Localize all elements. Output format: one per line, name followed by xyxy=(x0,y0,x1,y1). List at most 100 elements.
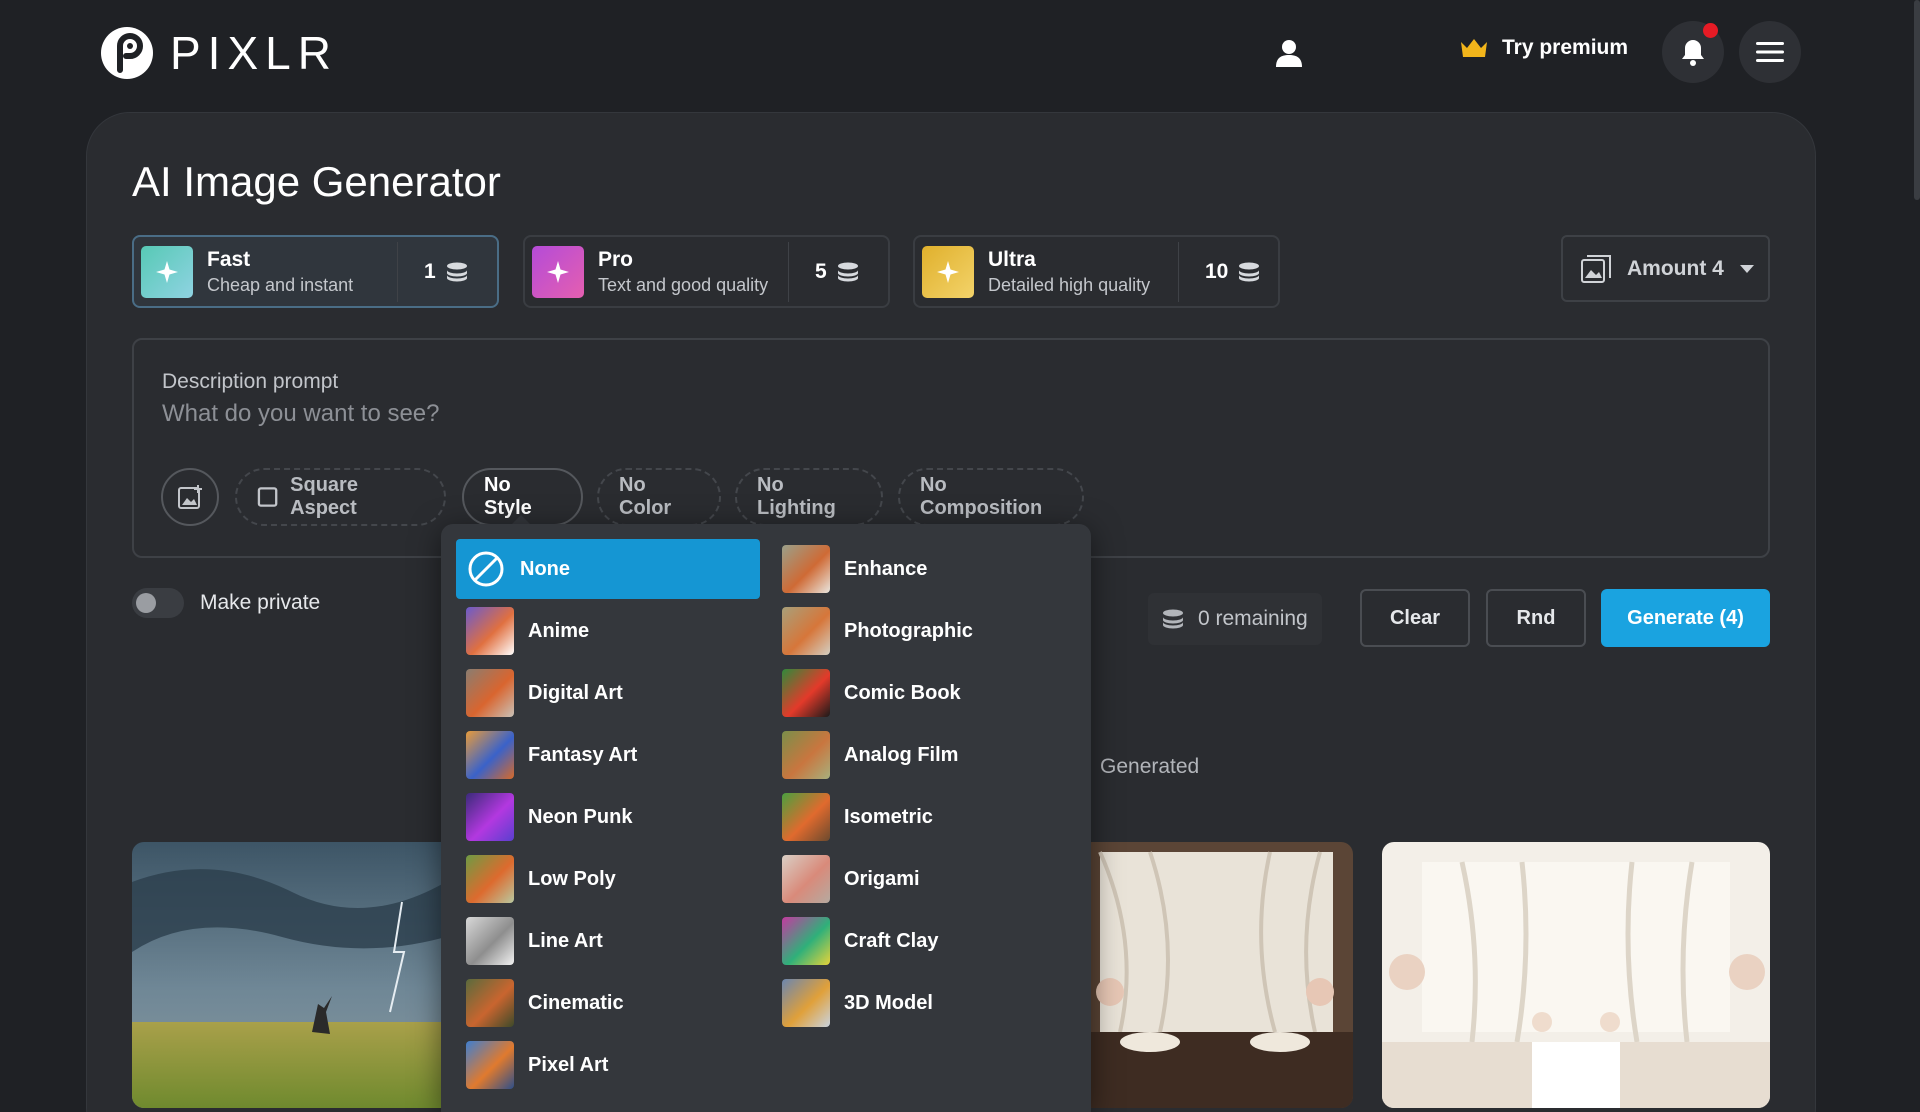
crown-icon xyxy=(1461,39,1487,57)
tier-ultra-cost: 10 xyxy=(1205,259,1229,283)
tier-ultra-desc: Detailed high quality xyxy=(988,274,1151,295)
style-option-label: Neon Punk xyxy=(528,805,633,828)
tier-pro-name: Pro xyxy=(598,247,634,271)
style-option-label: Low Poly xyxy=(528,867,616,890)
tier-fast-desc: Cheap and instant xyxy=(207,274,354,295)
composition-chip-label: No Composition xyxy=(920,474,1043,519)
style-option-label: Digital Art xyxy=(528,681,623,704)
style-option-digital-art[interactable]: Digital Art xyxy=(462,663,766,723)
style-option-pixel-art[interactable]: Pixel Art xyxy=(462,1035,766,1095)
remaining-label: 0 remaining xyxy=(1198,607,1308,630)
main-menu-button[interactable] xyxy=(1739,21,1801,83)
style-option-label: Origami xyxy=(844,867,920,890)
style-option-none[interactable]: None xyxy=(456,539,760,599)
credits-icon xyxy=(1163,609,1183,629)
clear-button[interactable]: Clear xyxy=(1360,589,1470,647)
lighting-chip[interactable]: No Lighting xyxy=(735,468,883,526)
hamburger-icon xyxy=(1756,42,1784,62)
tier-ultra-name: Ultra xyxy=(988,247,1036,271)
generate-button[interactable]: Generate (4) xyxy=(1601,589,1770,647)
style-option-isometric[interactable]: Isometric xyxy=(778,787,1082,847)
style-option-label: Enhance xyxy=(844,557,928,580)
tier-fast-cost: 1 xyxy=(424,259,436,283)
notifications-button[interactable] xyxy=(1662,21,1724,83)
account-button[interactable] xyxy=(1268,32,1310,74)
digital-art-bird-icon xyxy=(466,669,514,717)
style-option-cinematic[interactable]: Cinematic xyxy=(462,973,766,1033)
credits-icon xyxy=(837,262,858,281)
square-icon xyxy=(257,487,278,507)
sparkle-icon xyxy=(922,245,974,298)
style-dropdown: None Anime Digital Art Fantasy Art Neon … xyxy=(441,524,1091,1112)
tier-fast[interactable]: Fast Cheap and instant 1 xyxy=(132,235,499,308)
origami-bird-icon xyxy=(782,855,830,903)
credits-icon xyxy=(446,262,467,281)
images-icon xyxy=(1581,254,1611,283)
private-toggle[interactable] xyxy=(132,588,184,618)
add-image-icon xyxy=(178,485,202,509)
tier-pro-cost: 5 xyxy=(815,259,827,283)
style-option-label: Fantasy Art xyxy=(528,743,638,766)
none-icon xyxy=(468,551,504,587)
cinematic-bird-icon xyxy=(466,979,514,1027)
aspect-chip-label: Square Aspect xyxy=(290,474,358,519)
3d-model-bird-icon xyxy=(782,979,830,1027)
random-button[interactable]: Rnd xyxy=(1486,589,1586,647)
style-option-low-poly[interactable]: Low Poly xyxy=(462,849,766,909)
add-image-button[interactable] xyxy=(161,468,219,526)
composition-chip[interactable]: No Composition xyxy=(898,468,1084,526)
anime-bird-icon xyxy=(466,607,514,655)
credits-icon xyxy=(1239,262,1260,281)
private-label: Make private xyxy=(200,591,321,614)
style-option-label: 3D Model xyxy=(844,991,933,1014)
style-option-anime[interactable]: Anime xyxy=(462,601,766,661)
pixel-art-bird-icon xyxy=(466,1041,514,1089)
style-option-fantasy-art[interactable]: Fantasy Art xyxy=(462,725,766,785)
color-chip-label: No Color xyxy=(619,474,672,519)
tab-generated[interactable]: Generated xyxy=(1100,755,1199,779)
prompt-input[interactable] xyxy=(162,398,1722,430)
style-option-comic-book[interactable]: Comic Book xyxy=(778,663,1082,723)
style-option-photographic[interactable]: Photographic xyxy=(778,601,1082,661)
style-option-label: Analog Film xyxy=(844,743,959,766)
tier-pro[interactable]: Pro Text and good quality 5 xyxy=(523,235,890,308)
page-title: AI Image Generator xyxy=(132,158,501,205)
style-chip-label: No Style xyxy=(484,474,532,519)
style-option-label: Comic Book xyxy=(844,681,961,704)
style-option-label: Anime xyxy=(528,619,590,642)
fantasy-art-bird-icon xyxy=(466,731,514,779)
style-option-origami[interactable]: Origami xyxy=(778,849,1082,909)
style-option-line-art[interactable]: Line Art xyxy=(462,911,766,971)
style-option-label: Pixel Art xyxy=(528,1053,609,1076)
aspect-chip[interactable]: Square Aspect xyxy=(235,468,446,526)
wedding-hall-image xyxy=(1080,842,1353,1108)
style-option-analog-film[interactable]: Analog Film xyxy=(778,725,1082,785)
user-icon xyxy=(1276,40,1302,67)
style-option-enhance[interactable]: Enhance xyxy=(778,539,1082,599)
generated-image-wedding-room[interactable] xyxy=(1382,842,1770,1108)
style-option-neon-punk[interactable]: Neon Punk xyxy=(462,787,766,847)
style-option-label: None xyxy=(520,557,570,580)
tier-ultra[interactable]: Ultra Detailed high quality 10 xyxy=(913,235,1280,308)
chevron-down-icon xyxy=(1739,264,1754,273)
amount-dropdown[interactable]: Amount 4 xyxy=(1561,235,1770,302)
pixlr-logo[interactable]: PIXLR xyxy=(100,26,338,80)
style-option-craft-clay[interactable]: Craft Clay xyxy=(778,911,1082,971)
style-option-label: Line Art xyxy=(528,929,603,952)
notification-badge xyxy=(1703,23,1718,38)
style-option-label: Photographic xyxy=(844,619,973,642)
try-premium-button[interactable]: Try premium xyxy=(1460,36,1628,60)
style-option-3d-model[interactable]: 3D Model xyxy=(778,973,1082,1033)
color-chip[interactable]: No Color xyxy=(597,468,721,526)
lighting-chip-label: No Lighting xyxy=(757,474,836,519)
prompt-label: Description prompt xyxy=(162,370,339,393)
page-scrollbar[interactable] xyxy=(1914,0,1920,200)
pixlr-logo-icon xyxy=(101,27,153,79)
line-art-bird-icon xyxy=(466,917,514,965)
generated-image-wedding-hall[interactable] xyxy=(1080,842,1353,1108)
isometric-bird-icon xyxy=(782,793,830,841)
wedding-room-image xyxy=(1382,842,1770,1108)
tier-fast-name: Fast xyxy=(207,247,251,271)
generated-image-storm[interactable] xyxy=(132,842,462,1108)
style-option-label: Isometric xyxy=(844,805,933,828)
